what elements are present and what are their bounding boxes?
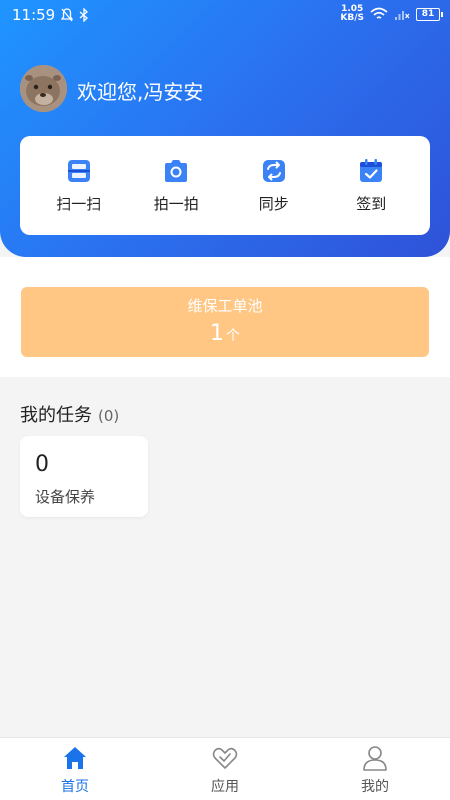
sync-label: 同步	[258, 195, 289, 213]
tab-home-label: 首页	[61, 779, 89, 795]
my-tasks-header: 我的任务 (0)	[20, 401, 119, 427]
scan-label: 扫一扫	[56, 195, 102, 213]
scan-icon	[67, 160, 90, 182]
sync-button[interactable]: 同步	[234, 157, 314, 214]
work-order-pool-count-unit: 个	[226, 328, 240, 344]
camera-button[interactable]: 拍一拍	[136, 157, 216, 214]
welcome-text: 欢迎您,冯安安	[77, 80, 204, 104]
work-order-pool-card[interactable]: 维保工单池 1个	[21, 287, 429, 357]
apps-icon	[212, 747, 238, 769]
my-tasks-count: (0)	[98, 407, 120, 425]
status-bar: 11:59 1.05 KB/S 81	[0, 0, 450, 32]
task-card-value: 0	[35, 452, 49, 477]
camera-icon	[165, 160, 188, 182]
home-icon	[64, 747, 86, 769]
network-speed: 1.05 KB/S	[340, 5, 364, 23]
network-speed-unit: KB/S	[340, 13, 364, 23]
my-tasks-title: 我的任务	[20, 405, 92, 426]
checkin-button[interactable]: 签到	[331, 157, 411, 214]
tab-profile[interactable]: 我的	[300, 738, 450, 800]
wifi-icon	[370, 7, 388, 19]
avatar-image	[20, 65, 67, 112]
status-time: 11:59	[12, 6, 56, 24]
bottom-tab-bar: 首页 应用 我的	[0, 737, 450, 800]
work-order-pool-count: 1个	[21, 321, 429, 346]
tab-apps-label: 应用	[211, 779, 239, 795]
work-order-pool-title: 维保工单池	[187, 297, 263, 315]
task-card-label: 设备保养	[35, 488, 96, 506]
silent-icon	[61, 8, 74, 22]
calendar-check-icon	[360, 159, 383, 182]
sync-icon	[262, 160, 285, 182]
avatar[interactable]	[20, 65, 67, 112]
scan-button[interactable]: 扫一扫	[39, 157, 119, 214]
camera-label: 拍一拍	[153, 195, 199, 213]
checkin-label: 签到	[356, 195, 387, 213]
work-order-pool-count-value: 1	[210, 321, 224, 346]
tab-home[interactable]: 首页	[0, 738, 150, 800]
cellular-signal-icon	[395, 11, 410, 20]
profile-icon	[363, 746, 387, 771]
task-card-maintenance[interactable]: 0 设备保养	[20, 436, 148, 517]
quick-actions-card: 扫一扫 拍一拍 同步 签到	[20, 136, 430, 235]
battery-level: 81	[421, 8, 435, 19]
battery-indicator: 81	[416, 7, 443, 21]
tab-apps[interactable]: 应用	[150, 738, 300, 800]
tab-profile-label: 我的	[361, 779, 389, 795]
bluetooth-icon	[79, 8, 89, 22]
